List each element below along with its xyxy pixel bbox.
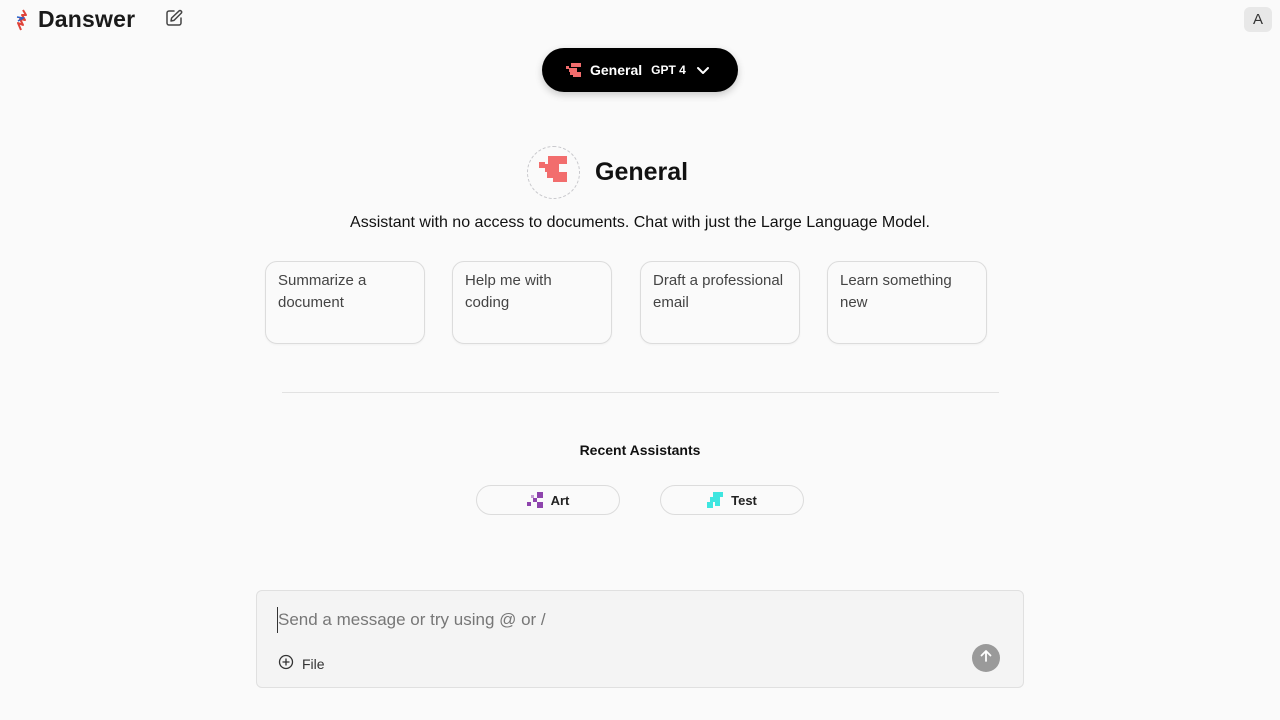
new-chat-button[interactable] xyxy=(163,9,185,31)
assistant-avatar xyxy=(527,146,580,199)
test-assistant-icon xyxy=(707,492,724,508)
picker-model-name: GPT 4 xyxy=(651,63,686,77)
picker-assistant-name: General xyxy=(590,62,643,78)
attach-file-button[interactable]: File xyxy=(278,654,325,673)
assistant-pixel-icon xyxy=(538,155,569,190)
assistant-picker[interactable]: General GPT 4 xyxy=(542,48,738,92)
top-bar: Danswer A xyxy=(0,0,1280,40)
starter-card[interactable]: Learn something new xyxy=(827,261,987,344)
chat-composer: File xyxy=(256,590,1024,688)
recent-assistant-art[interactable]: Art xyxy=(476,485,620,515)
assistant-header: General xyxy=(527,146,688,199)
app-name: Danswer xyxy=(38,6,136,32)
recent-assistant-test[interactable]: Test xyxy=(660,485,804,515)
recent-assistant-name: Art xyxy=(550,492,570,508)
recent-assistants-title: Recent Assistants xyxy=(579,442,701,458)
divider xyxy=(282,392,999,393)
danswer-logo-icon xyxy=(14,8,32,31)
edit-icon xyxy=(164,8,184,33)
assistant-description: Assistant with no access to documents. C… xyxy=(350,214,930,231)
assistant-title: General xyxy=(595,158,689,186)
starter-card[interactable]: Summarize a document xyxy=(265,261,425,344)
art-assistant-icon xyxy=(526,492,543,508)
brand[interactable]: Danswer xyxy=(14,6,135,33)
recent-assistant-name: Test xyxy=(731,492,757,508)
plus-circle-icon xyxy=(278,654,294,673)
message-input[interactable] xyxy=(277,607,977,633)
assistant-pixel-icon xyxy=(566,62,582,78)
chevron-down-icon xyxy=(696,63,710,77)
starter-card[interactable]: Draft a professional email xyxy=(640,261,800,344)
starter-card[interactable]: Help me with coding xyxy=(452,261,612,344)
user-menu-button[interactable]: A xyxy=(1244,7,1272,32)
arrow-up-icon xyxy=(978,648,994,669)
file-label: File xyxy=(302,655,325,672)
send-button[interactable] xyxy=(972,644,1000,672)
